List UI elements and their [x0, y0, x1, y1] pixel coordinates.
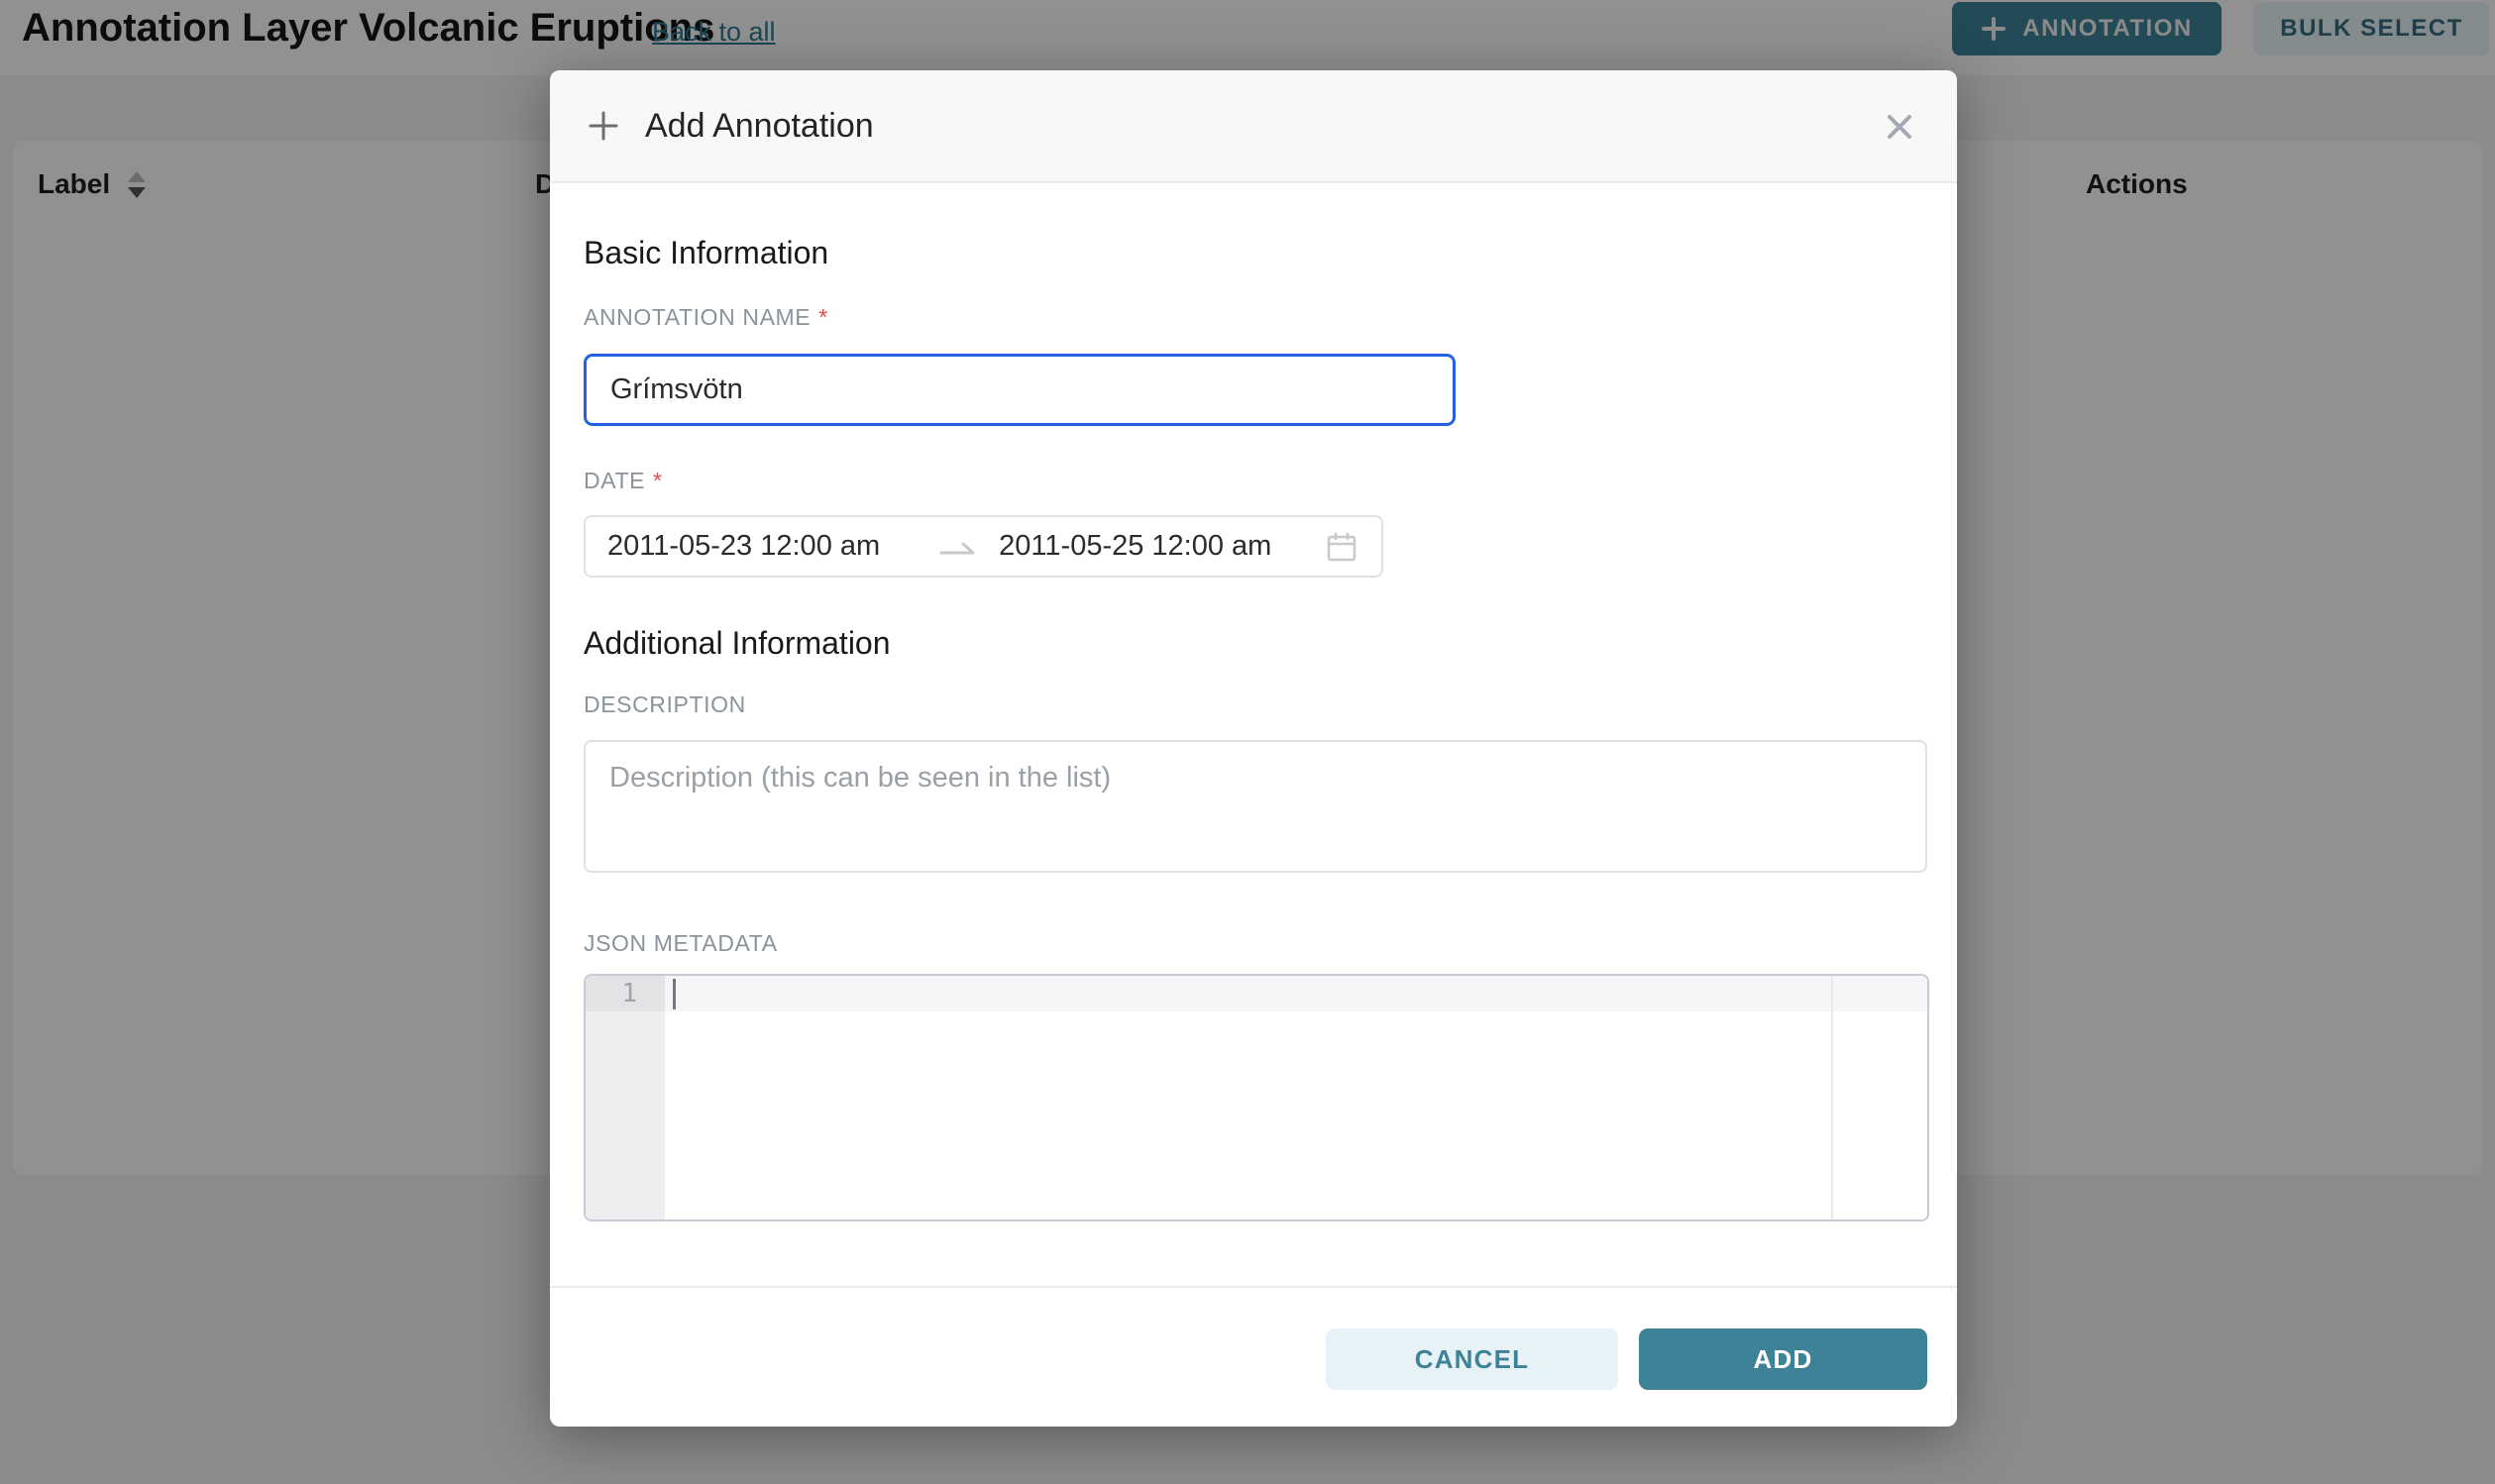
- editor-cursor: [673, 979, 676, 1009]
- date-range-picker[interactable]: 2011-05-23 12:00 am 2011-05-25 12:00 am: [584, 515, 1383, 578]
- json-metadata-editor[interactable]: 1: [584, 974, 1929, 1221]
- editor-print-margin: [1831, 976, 1833, 1219]
- editor-gutter: [586, 976, 665, 1219]
- plus-icon: [586, 108, 621, 144]
- date-end-value: 2011-05-25 12:00 am: [999, 530, 1271, 563]
- close-icon[interactable]: [1884, 111, 1915, 143]
- editor-active-line: [665, 976, 1927, 1011]
- arrow-right-icon: [937, 537, 977, 561]
- date-start-value: 2011-05-23 12:00 am: [607, 530, 880, 563]
- footer-divider: [550, 1286, 1957, 1288]
- description-label: DESCRIPTION: [584, 691, 746, 718]
- required-asterisk: *: [818, 304, 828, 330]
- app-screen: Annotation Layer Volcanic Eruptions Back…: [0, 0, 2495, 1484]
- calendar-icon: [1324, 529, 1359, 565]
- annotation-name-input[interactable]: [584, 354, 1456, 426]
- modal-header: Add Annotation: [550, 70, 1957, 183]
- editor-line-number: 1: [586, 976, 665, 1011]
- add-button[interactable]: ADD: [1639, 1328, 1927, 1390]
- annotation-name-label: ANNOTATION NAME*: [584, 304, 828, 331]
- json-metadata-label: JSON METADATA: [584, 930, 778, 957]
- required-asterisk: *: [653, 468, 663, 493]
- cancel-button[interactable]: CANCEL: [1326, 1328, 1618, 1390]
- modal-title: Add Annotation: [645, 107, 874, 146]
- add-annotation-modal: Add Annotation Basic Information ANNOTAT…: [550, 70, 1957, 1427]
- section-heading-additional: Additional Information: [584, 625, 891, 662]
- date-label: DATE*: [584, 468, 663, 494]
- section-heading-basic: Basic Information: [584, 235, 828, 271]
- description-textarea[interactable]: [584, 740, 1927, 873]
